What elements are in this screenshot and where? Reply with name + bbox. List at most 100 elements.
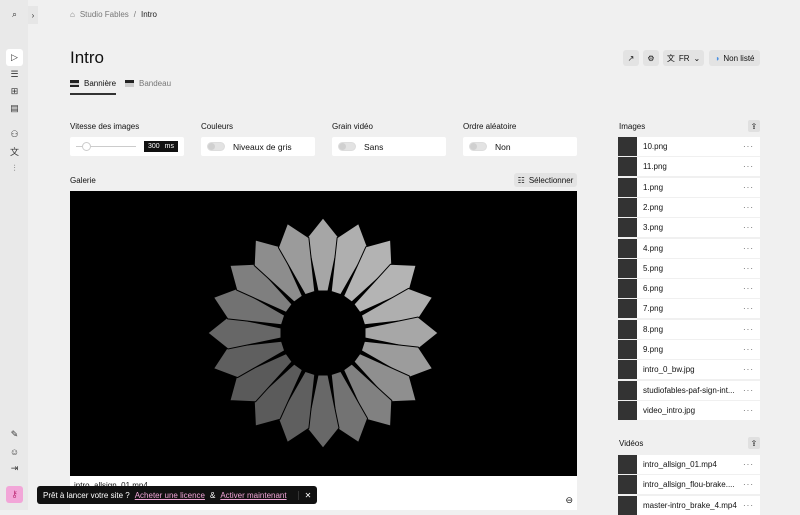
file-row[interactable]: video_intro.jpg ··· [618,400,760,420]
more-icon[interactable]: ··· [743,304,754,313]
activate-link[interactable]: Activer maintenant [220,491,286,500]
random-label: Ordre aléatoire [463,122,517,131]
file-row[interactable]: 11.png ··· [618,157,760,177]
toggle-switch[interactable] [207,142,225,151]
account-icon[interactable]: ☺ [6,443,23,460]
language-select[interactable]: 文 FR ⌄ [663,50,704,66]
file-row[interactable]: 8.png ··· [618,319,760,339]
videos-title: Vidéos [619,439,644,448]
file-row[interactable]: 5.png ··· [618,258,760,278]
visibility-button[interactable]: ◑ Non listé [709,50,760,66]
toggle-switch[interactable] [338,142,356,151]
list-icon[interactable]: ☰ [6,66,23,83]
file-row[interactable]: 6.png ··· [618,279,760,299]
more-icon[interactable]: ··· [743,501,754,510]
sliders-icon[interactable]: ⫶ [6,160,23,177]
slider-handle[interactable] [82,142,91,151]
file-name: studiofables-paf-sign-int... [643,385,735,395]
file-name: 11.png [643,162,667,172]
file-name: 5.png [643,263,664,273]
file-name: 6.png [643,284,664,294]
more-icon[interactable]: ··· [743,223,754,232]
license-toast: Prêt à lancer votre site ? Acheter une l… [37,486,318,504]
file-name: 7.png [643,304,664,314]
more-icon[interactable]: ··· [743,162,754,171]
remove-icon[interactable]: ⊖ [565,495,573,506]
file-thumbnail [618,177,637,197]
toggle-switch[interactable] [469,142,487,151]
file-row[interactable]: 9.png ··· [618,340,760,359]
more-icon[interactable]: ··· [743,480,754,489]
edit-icon[interactable]: ✎ [6,426,23,443]
home-icon: ⌂ [70,10,75,19]
toast-separator: & [209,490,216,500]
file-thumbnail [618,319,637,339]
users-icon[interactable]: ⚇ [6,126,23,143]
more-icon[interactable]: ··· [743,142,754,151]
breadcrumb: ⌂ Studio Fables / Intro [70,10,157,19]
logout-icon[interactable]: ⇥ [6,460,23,477]
chevron-down-icon: ⌄ [693,53,701,63]
key-icon[interactable]: ⚷ [6,486,23,503]
file-row[interactable]: studiofables-paf-sign-int... ··· [618,380,760,400]
colors-toggle[interactable]: Niveaux de gris [201,137,315,156]
expand-sidebar-button[interactable]: › [28,6,38,24]
more-icon[interactable]: ··· [743,264,754,273]
select-button[interactable]: ☷ Sélectionner [514,173,577,187]
more-icon[interactable]: ··· [743,365,754,374]
settings-button[interactable]: ⚙ [643,50,659,66]
translate-icon[interactable]: 文 [6,143,23,160]
file-row[interactable]: 7.png ··· [618,299,760,319]
file-thumbnail [618,197,637,217]
play-icon[interactable]: ▷ [6,49,23,66]
layout-icon[interactable]: ⊞ [6,83,23,100]
file-row[interactable]: intro_allsign_flou-brake.... ··· [618,475,760,495]
file-name: 1.png [643,182,664,192]
file-row[interactable]: 4.png ··· [618,238,760,258]
tab-banniere[interactable]: Bannière [70,79,117,95]
upload-videos-button[interactable]: ⇪ [748,437,760,449]
random-toggle[interactable]: Non [463,137,577,156]
more-icon[interactable]: ··· [743,406,754,415]
open-external-button[interactable]: ↗ [623,50,639,66]
breadcrumb-current: Intro [141,10,158,19]
speed-slider[interactable]: 300 ms [70,137,184,156]
visibility-value: Non listé [723,53,755,63]
buy-license-link[interactable]: Acheter une licence [135,491,205,500]
file-row[interactable]: intro_allsign_01.mp4 ··· [618,455,760,474]
more-icon[interactable]: ··· [743,325,754,334]
more-icon[interactable]: ··· [743,345,754,354]
colors-value: Niveaux de gris [233,141,292,152]
speed-label: Vitesse des images [70,122,140,131]
grain-toggle[interactable]: Sans [332,137,446,156]
file-name: 9.png [643,345,664,354]
document-icon[interactable]: ▤ [6,100,23,117]
more-icon[interactable]: ··· [743,284,754,293]
file-thumbnail [618,258,637,278]
gallery-preview[interactable] [70,191,577,476]
search-icon[interactable]: ⌕ [6,6,23,23]
file-row[interactable]: 1.png ··· [618,177,760,197]
sidebar: ⌕ ▷ ☰ ⊞ ▤ ⚇ 文 ⫶ ✎ ☺ ⇥ ⚷ [0,0,28,510]
file-row[interactable]: 2.png ··· [618,197,760,217]
file-row[interactable]: 3.png ··· [618,218,760,238]
upload-images-button[interactable]: ⇪ [748,120,760,132]
more-icon[interactable]: ··· [743,244,754,253]
more-icon[interactable]: ··· [743,460,754,469]
more-icon[interactable]: ··· [743,203,754,212]
more-icon[interactable]: ··· [743,386,754,395]
file-thumbnail [618,340,637,359]
file-row[interactable]: 10.png ··· [618,137,760,156]
tab-label: Bannière [84,79,117,88]
file-row[interactable]: master-intro_brake_4.mp4 ··· [618,495,760,515]
file-thumbnail [618,238,637,258]
file-row[interactable]: intro_0_bw.jpg ··· [618,360,760,380]
images-title: Images [619,122,646,131]
tab-bandeau[interactable]: Bandeau [125,79,171,93]
more-icon[interactable]: ··· [743,183,754,192]
close-icon[interactable]: ✕ [297,490,311,500]
breadcrumb-home[interactable]: Studio Fables [80,10,129,19]
file-name: master-intro_brake_4.mp4 [643,500,737,510]
file-name: intro_allsign_flou-brake.... [643,480,735,490]
file-name: 2.png [643,202,664,212]
